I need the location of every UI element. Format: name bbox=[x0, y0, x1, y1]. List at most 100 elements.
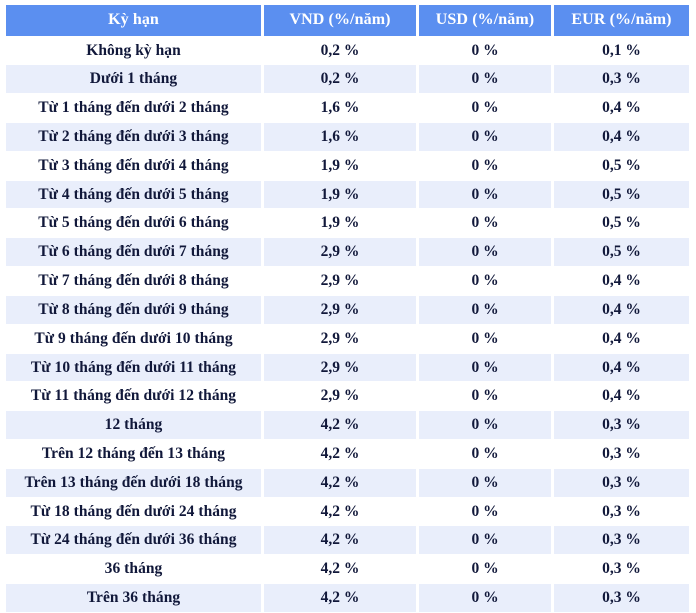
cell-term: Từ 10 tháng đến dưới 11 tháng bbox=[6, 353, 261, 382]
table-row: Từ 1 tháng đến dưới 2 tháng 1,6 % 0 % 0,4 % bbox=[6, 94, 689, 123]
table-row: Từ 3 tháng đến dưới 4 tháng 1,9 % 0 % 0,5 % bbox=[6, 151, 689, 180]
table-row: Trên 13 tháng đến dưới 18 tháng 4,2 % 0 % 0… bbox=[6, 468, 689, 497]
table-row: 12 tháng 4,2 % 0 % 0,3 % bbox=[6, 411, 689, 439]
table-row: Từ 11 tháng đến dưới 12 tháng 2,9 % 0 % 0,4… bbox=[6, 382, 689, 411]
cell-eur: 0,3 % bbox=[554, 468, 689, 497]
cell-vnd: 4,2 % bbox=[264, 497, 416, 526]
table-row: Từ 24 tháng đến dưới 36 tháng 4,2 % 0 % 0,3… bbox=[6, 526, 689, 555]
cell-eur: 0,3 % bbox=[554, 65, 689, 94]
cell-usd: 0 % bbox=[419, 468, 551, 497]
cell-usd: 0 % bbox=[419, 526, 551, 555]
cell-eur: 0,4 % bbox=[554, 382, 689, 411]
cell-eur: 0,4 % bbox=[554, 94, 689, 123]
cell-eur: 0,3 % bbox=[554, 526, 689, 555]
cell-usd: 0 % bbox=[419, 295, 551, 324]
cell-eur: 0,5 % bbox=[554, 238, 689, 267]
cell-vnd: 2,9 % bbox=[264, 267, 416, 295]
table-row: Từ 4 tháng đến dưới 5 tháng 1,9 % 0 % 0,5 % bbox=[6, 180, 689, 209]
table-row: 36 tháng 4,2 % 0 % 0,3 % bbox=[6, 555, 689, 584]
interest-rate-table-container: Kỳ hạn VND (%/năm) USD (%/năm) EUR (%/nă… bbox=[0, 0, 696, 613]
cell-eur: 0,3 % bbox=[554, 584, 689, 612]
cell-term: Từ 3 tháng đến dưới 4 tháng bbox=[6, 151, 261, 180]
cell-vnd: 4,2 % bbox=[264, 439, 416, 468]
cell-term: Từ 1 tháng đến dưới 2 tháng bbox=[6, 94, 261, 123]
cell-eur: 0,4 % bbox=[554, 295, 689, 324]
cell-term: 36 tháng bbox=[6, 555, 261, 584]
cell-vnd: 1,6 % bbox=[264, 123, 416, 151]
table-row: Từ 10 tháng đến dưới 11 tháng 2,9 % 0 % 0,4… bbox=[6, 353, 689, 382]
cell-eur: 0,1 % bbox=[554, 36, 689, 65]
table-row: Từ 5 tháng đến dưới 6 tháng 1,9 % 0 % 0,5 % bbox=[6, 209, 689, 238]
cell-term: 12 tháng bbox=[6, 411, 261, 439]
cell-eur: 0,5 % bbox=[554, 151, 689, 180]
cell-eur: 0,3 % bbox=[554, 555, 689, 584]
cell-term: Từ 9 tháng đến dưới 10 tháng bbox=[6, 324, 261, 353]
cell-usd: 0 % bbox=[419, 584, 551, 612]
cell-eur: 0,4 % bbox=[554, 123, 689, 151]
cell-usd: 0 % bbox=[419, 94, 551, 123]
table-header-row: Kỳ hạn VND (%/năm) USD (%/năm) EUR (%/nă… bbox=[6, 5, 689, 36]
cell-usd: 0 % bbox=[419, 324, 551, 353]
cell-usd: 0 % bbox=[419, 411, 551, 439]
cell-vnd: 4,2 % bbox=[264, 411, 416, 439]
cell-eur: 0,4 % bbox=[554, 324, 689, 353]
cell-term: Từ 5 tháng đến dưới 6 tháng bbox=[6, 209, 261, 238]
cell-term: Từ 18 tháng đến dưới 24 tháng bbox=[6, 497, 261, 526]
column-header-vnd: VND (%/năm) bbox=[264, 5, 416, 36]
cell-vnd: 2,9 % bbox=[264, 353, 416, 382]
cell-vnd: 2,9 % bbox=[264, 324, 416, 353]
cell-term: Từ 7 tháng đến dưới 8 tháng bbox=[6, 267, 261, 295]
cell-vnd: 1,9 % bbox=[264, 209, 416, 238]
cell-usd: 0 % bbox=[419, 151, 551, 180]
table-row: Không kỳ hạn 0,2 % 0 % 0,1 % bbox=[6, 36, 689, 65]
cell-usd: 0 % bbox=[419, 123, 551, 151]
cell-vnd: 2,9 % bbox=[264, 295, 416, 324]
cell-eur: 0,3 % bbox=[554, 411, 689, 439]
cell-usd: 0 % bbox=[419, 439, 551, 468]
cell-term: Trên 13 tháng đến dưới 18 tháng bbox=[6, 468, 261, 497]
cell-usd: 0 % bbox=[419, 382, 551, 411]
cell-usd: 0 % bbox=[419, 209, 551, 238]
table-row: Dưới 1 tháng 0,2 % 0 % 0,3 % bbox=[6, 65, 689, 94]
cell-vnd: 0,2 % bbox=[264, 36, 416, 65]
cell-usd: 0 % bbox=[419, 267, 551, 295]
cell-term: Từ 4 tháng đến dưới 5 tháng bbox=[6, 180, 261, 209]
table-body: Không kỳ hạn 0,2 % 0 % 0,1 % Dưới 1 tháng 0,2… bbox=[6, 36, 689, 612]
cell-term: Từ 2 tháng đến dưới 3 tháng bbox=[6, 123, 261, 151]
cell-vnd: 0,2 % bbox=[264, 65, 416, 94]
column-header-term: Kỳ hạn bbox=[6, 5, 261, 36]
cell-eur: 0,4 % bbox=[554, 267, 689, 295]
cell-term: Từ 6 tháng đến dưới 7 tháng bbox=[6, 238, 261, 267]
cell-vnd: 1,9 % bbox=[264, 180, 416, 209]
table-row: Từ 8 tháng đến dưới 9 tháng 2,9 % 0 % 0,4 % bbox=[6, 295, 689, 324]
cell-vnd: 4,2 % bbox=[264, 584, 416, 612]
table-row: Từ 2 tháng đến dưới 3 tháng 1,6 % 0 % 0,4 % bbox=[6, 123, 689, 151]
column-header-eur: EUR (%/năm) bbox=[554, 5, 689, 36]
table-row: Từ 9 tháng đến dưới 10 tháng 2,9 % 0 % 0,4 … bbox=[6, 324, 689, 353]
cell-term: Trên 12 tháng đến 13 tháng bbox=[6, 439, 261, 468]
table-row: Trên 36 tháng 4,2 % 0 % 0,3 % bbox=[6, 584, 689, 612]
cell-usd: 0 % bbox=[419, 36, 551, 65]
cell-eur: 0,4 % bbox=[554, 353, 689, 382]
cell-vnd: 4,2 % bbox=[264, 555, 416, 584]
column-header-usd: USD (%/năm) bbox=[419, 5, 551, 36]
cell-term: Dưới 1 tháng bbox=[6, 65, 261, 94]
cell-vnd: 1,6 % bbox=[264, 94, 416, 123]
cell-usd: 0 % bbox=[419, 497, 551, 526]
cell-vnd: 1,9 % bbox=[264, 151, 416, 180]
cell-vnd: 2,9 % bbox=[264, 382, 416, 411]
cell-vnd: 4,2 % bbox=[264, 526, 416, 555]
cell-usd: 0 % bbox=[419, 238, 551, 267]
cell-eur: 0,3 % bbox=[554, 439, 689, 468]
table-header: Kỳ hạn VND (%/năm) USD (%/năm) EUR (%/nă… bbox=[6, 5, 689, 36]
cell-usd: 0 % bbox=[419, 65, 551, 94]
cell-term: Từ 24 tháng đến dưới 36 tháng bbox=[6, 526, 261, 555]
table-row: Từ 18 tháng đến dưới 24 tháng 4,2 % 0 % 0,3… bbox=[6, 497, 689, 526]
cell-term: Không kỳ hạn bbox=[6, 36, 261, 65]
cell-term: Trên 36 tháng bbox=[6, 584, 261, 612]
cell-usd: 0 % bbox=[419, 555, 551, 584]
table-row: Trên 12 tháng đến 13 tháng 4,2 % 0 % 0,3 % bbox=[6, 439, 689, 468]
cell-term: Từ 8 tháng đến dưới 9 tháng bbox=[6, 295, 261, 324]
cell-eur: 0,3 % bbox=[554, 497, 689, 526]
table-row: Từ 6 tháng đến dưới 7 tháng 2,9 % 0 % 0,5 % bbox=[6, 238, 689, 267]
